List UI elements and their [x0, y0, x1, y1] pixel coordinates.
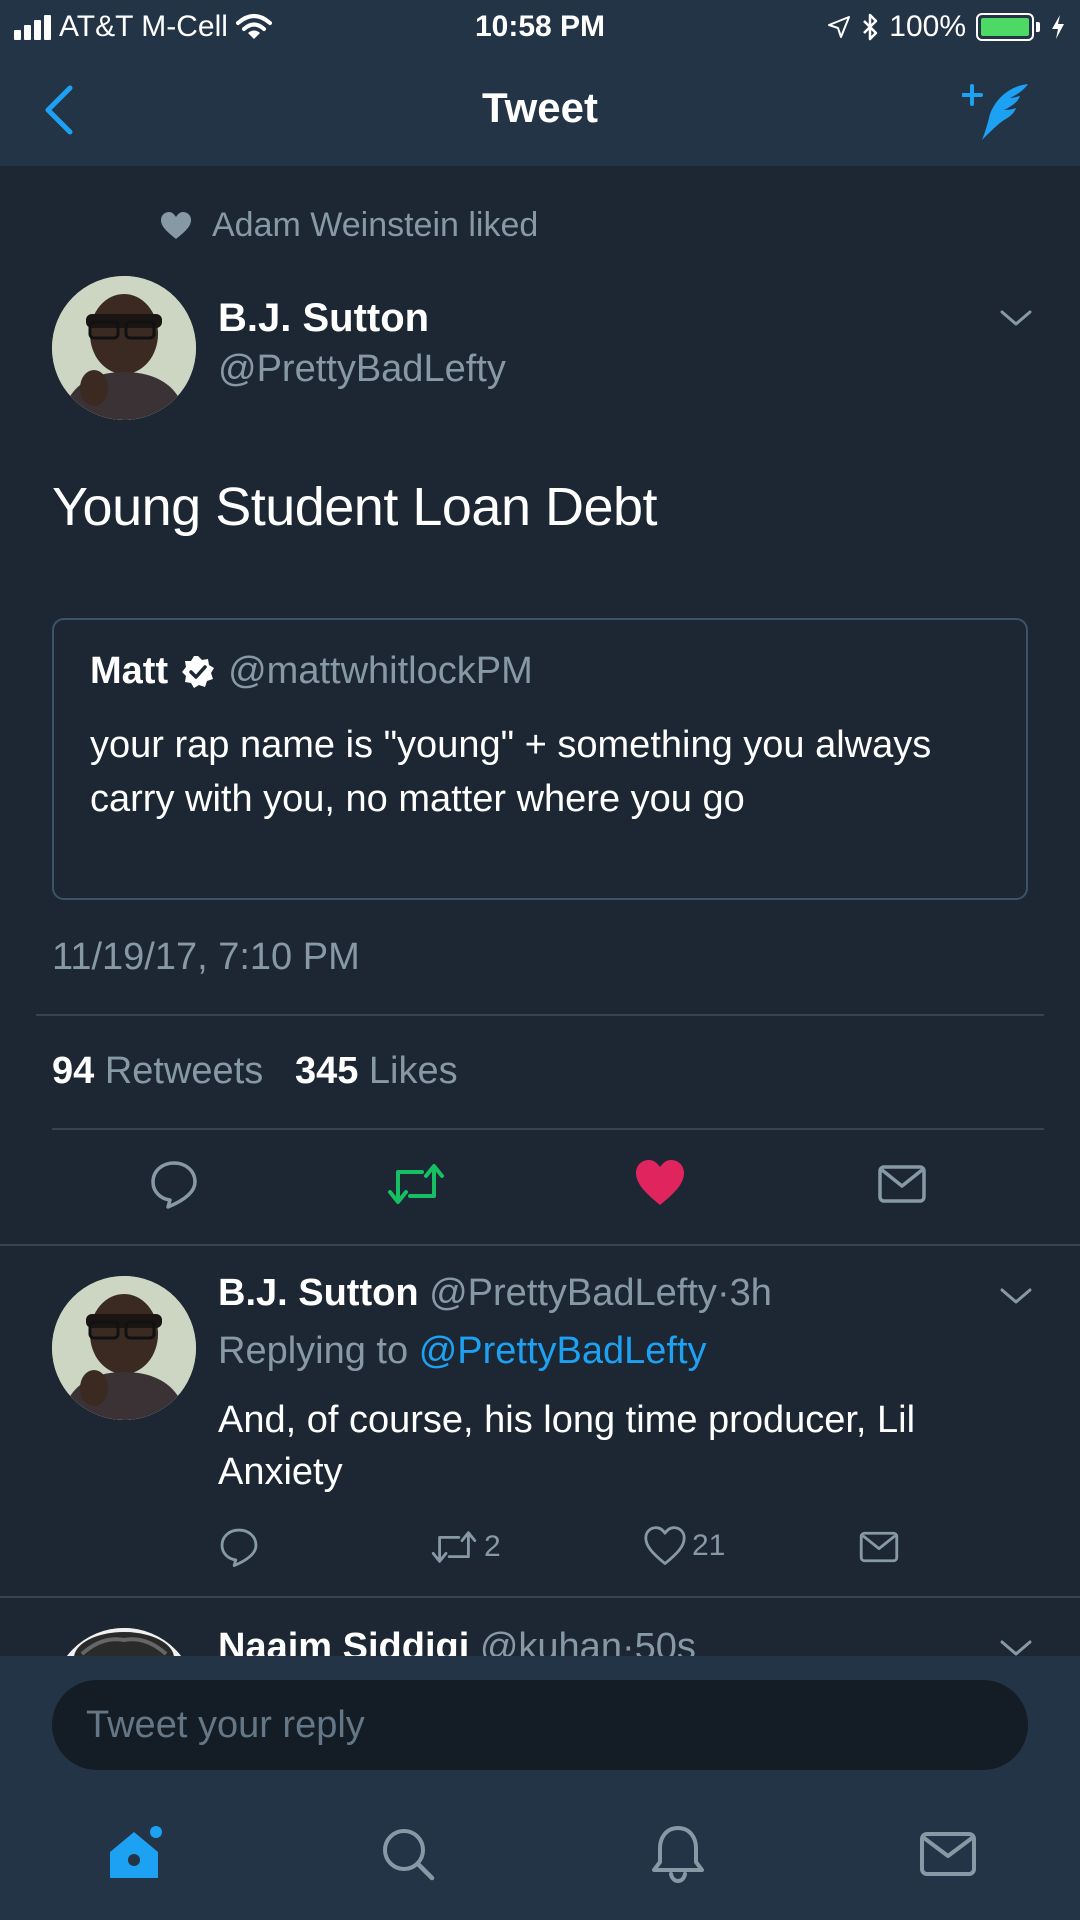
divider	[52, 1128, 1044, 1130]
charging-icon	[1052, 15, 1064, 39]
reply-text: And, of course, his long time producer, …	[218, 1399, 916, 1493]
reply-retweet-count: 2	[484, 1530, 501, 1563]
compose-tweet-icon[interactable]	[962, 80, 1032, 144]
social-context: Adam Weinstein liked	[160, 206, 538, 245]
retweet-icon[interactable]	[386, 1158, 446, 1210]
quoted-author-handle: @mattwhitlockPM	[228, 650, 533, 692]
location-icon	[828, 16, 851, 38]
author-handle[interactable]: @PrettyBadLefty	[218, 348, 506, 391]
battery-icon	[976, 13, 1040, 41]
heart-icon	[644, 1526, 686, 1565]
quoted-tweet-text: your rap name is "young" + something you…	[90, 724, 932, 820]
replying-to: Replying to @PrettyBadLefty	[218, 1330, 707, 1372]
reply-like-button[interactable]: 21	[644, 1526, 725, 1566]
verified-icon	[182, 655, 215, 688]
share-icon	[859, 1531, 899, 1563]
replying-to-link[interactable]: @PrettyBadLefty	[419, 1330, 707, 1372]
divider	[0, 1244, 1080, 1246]
divider	[36, 1014, 1044, 1016]
reply-author-name: B.J. Sutton	[218, 1272, 419, 1314]
reply-retweet-button[interactable]: 2	[430, 1526, 501, 1568]
next-reply-avatar[interactable]	[52, 1628, 196, 1656]
battery-percent: 100%	[889, 10, 966, 43]
status-right: 100%	[827, 10, 1066, 44]
avatar-image	[52, 1276, 196, 1420]
next-reply-author-handle: @kuhan	[479, 1626, 622, 1656]
page-title: Tweet	[482, 84, 598, 131]
tweet-text: Young Student Loan Debt	[52, 477, 658, 537]
share-icon[interactable]	[876, 1158, 928, 1210]
reply-reply-button[interactable]	[218, 1526, 260, 1568]
nav-bar: Tweet	[0, 54, 1080, 166]
status-bar: AT&T M-Cell 10:58 PM 100%	[0, 0, 1080, 54]
quoted-tweet[interactable]: Matt @mattwhitlockPM your rap name is "y…	[52, 618, 1028, 900]
reply-actions: 2 21	[0, 1526, 1080, 1576]
quoted-tweet-header: Matt @mattwhitlockPM	[90, 650, 533, 693]
divider	[0, 1596, 1080, 1598]
like-stat[interactable]: 345 Likes	[295, 1050, 458, 1092]
avatar-image	[52, 276, 196, 420]
reply-icon	[220, 1528, 258, 1567]
next-reply-header[interactable]: Naaim Siddiqi @kuhan·50s	[218, 1626, 696, 1656]
bottom-bar	[0, 1656, 1080, 1920]
reply-input[interactable]	[52, 1680, 1028, 1770]
notifications-icon[interactable]	[648, 1824, 708, 1884]
social-context-label: Adam Weinstein liked	[212, 206, 539, 244]
next-reply-author-name: Naaim Siddiqi	[218, 1626, 470, 1656]
home-icon[interactable]	[104, 1824, 164, 1884]
avatar-image	[52, 1628, 196, 1656]
retweet-icon	[431, 1531, 477, 1563]
like-icon[interactable]	[634, 1158, 686, 1208]
next-reply-time: 50s	[634, 1626, 696, 1656]
engagement-stats: 94 Retweets 345 Likes	[52, 1050, 458, 1093]
messages-icon[interactable]	[918, 1824, 978, 1884]
reply-share-button[interactable]	[858, 1526, 900, 1568]
reply-header[interactable]: B.J. Sutton @PrettyBadLefty·3h	[218, 1272, 772, 1315]
reply-time: 3h	[729, 1272, 772, 1314]
chevron-down-icon[interactable]	[998, 306, 1034, 330]
reply-author-handle: @PrettyBadLefty	[429, 1272, 717, 1314]
reply-like-count: 21	[692, 1529, 726, 1562]
retweet-stat[interactable]: 94 Retweets	[52, 1050, 263, 1092]
chevron-down-icon[interactable]	[998, 1636, 1034, 1656]
top-bar: AT&T M-Cell 10:58 PM 100% Tweet	[0, 0, 1080, 166]
reply-icon[interactable]	[148, 1158, 200, 1210]
tweet-actions	[0, 1158, 1080, 1218]
tweet-timestamp: 11/19/17, 7:10 PM	[52, 936, 360, 978]
avatar[interactable]	[52, 276, 196, 420]
search-icon[interactable]	[378, 1824, 438, 1884]
quoted-author-name: Matt	[90, 650, 169, 692]
author-name[interactable]: B.J. Sutton	[218, 296, 429, 341]
reply-avatar[interactable]	[52, 1276, 196, 1420]
bluetooth-icon	[863, 13, 878, 41]
tweet-detail: Adam Weinstein liked B.J. Sutton @Pretty…	[0, 166, 1080, 1656]
chevron-down-icon[interactable]	[998, 1284, 1034, 1308]
heart-icon	[161, 211, 191, 239]
